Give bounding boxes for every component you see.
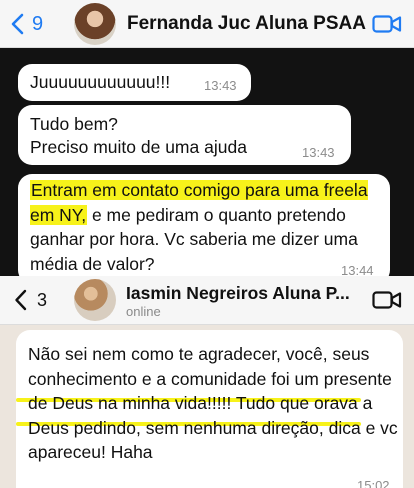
video-call-icon[interactable] [372, 290, 402, 310]
message-bubble: Não sei nem como te agradecer, você, seu… [16, 330, 403, 488]
contact-name[interactable]: Fernanda Juc Aluna PSAA [127, 13, 366, 35]
message-bubble: Juuuuuuuuuuuu!!! 13:43 [18, 64, 251, 101]
message-time: 13:44 [341, 263, 374, 276]
message-text: Não sei nem como te agradecer, você, seu… [28, 342, 398, 465]
unread-count: 3 [37, 289, 48, 310]
contact-name[interactable]: Iasmin Negreiros Aluna P... [126, 283, 350, 304]
back-button[interactable]: 9 [10, 8, 43, 40]
chat-screenshot-fernanda: 9 Fernanda Juc Aluna PSAA Juuuuuuuuuuuu!… [0, 0, 414, 276]
message-time: 15:02 [357, 478, 390, 488]
avatar[interactable] [74, 3, 116, 45]
message-time: 13:43 [302, 145, 335, 160]
chat-header: 9 Fernanda Juc Aluna PSAA [0, 0, 414, 48]
chevron-left-icon [11, 13, 24, 35]
chevron-left-icon [15, 289, 27, 311]
message-text: Entram em contato comigo para uma freela… [30, 178, 382, 276]
video-call-icon[interactable] [372, 14, 402, 34]
message-text: Juuuuuuuuuuuu!!! [30, 72, 171, 92]
message-time: 13:43 [204, 78, 237, 93]
avatar[interactable] [74, 279, 116, 321]
back-button[interactable]: 3 [14, 286, 47, 314]
contact-status: online [126, 304, 161, 319]
chat-screenshot-iasmin: 3 Iasmin Negreiros Aluna P... online Não… [0, 276, 414, 488]
message-line: Preciso muito de uma ajuda [30, 137, 247, 157]
message-bubble: Entram em contato comigo para uma freela… [18, 174, 390, 276]
chat-header: 3 Iasmin Negreiros Aluna P... online [0, 276, 414, 325]
message-text-part: Não sei nem como te agradecer, você, [28, 344, 333, 364]
unread-count: 9 [32, 12, 44, 35]
message-text: Tudo bem? Preciso muito de uma ajuda [30, 113, 247, 159]
message-bubble: Tudo bem? Preciso muito de uma ajuda 13:… [18, 105, 351, 165]
message-line: Tudo bem? [30, 114, 118, 134]
